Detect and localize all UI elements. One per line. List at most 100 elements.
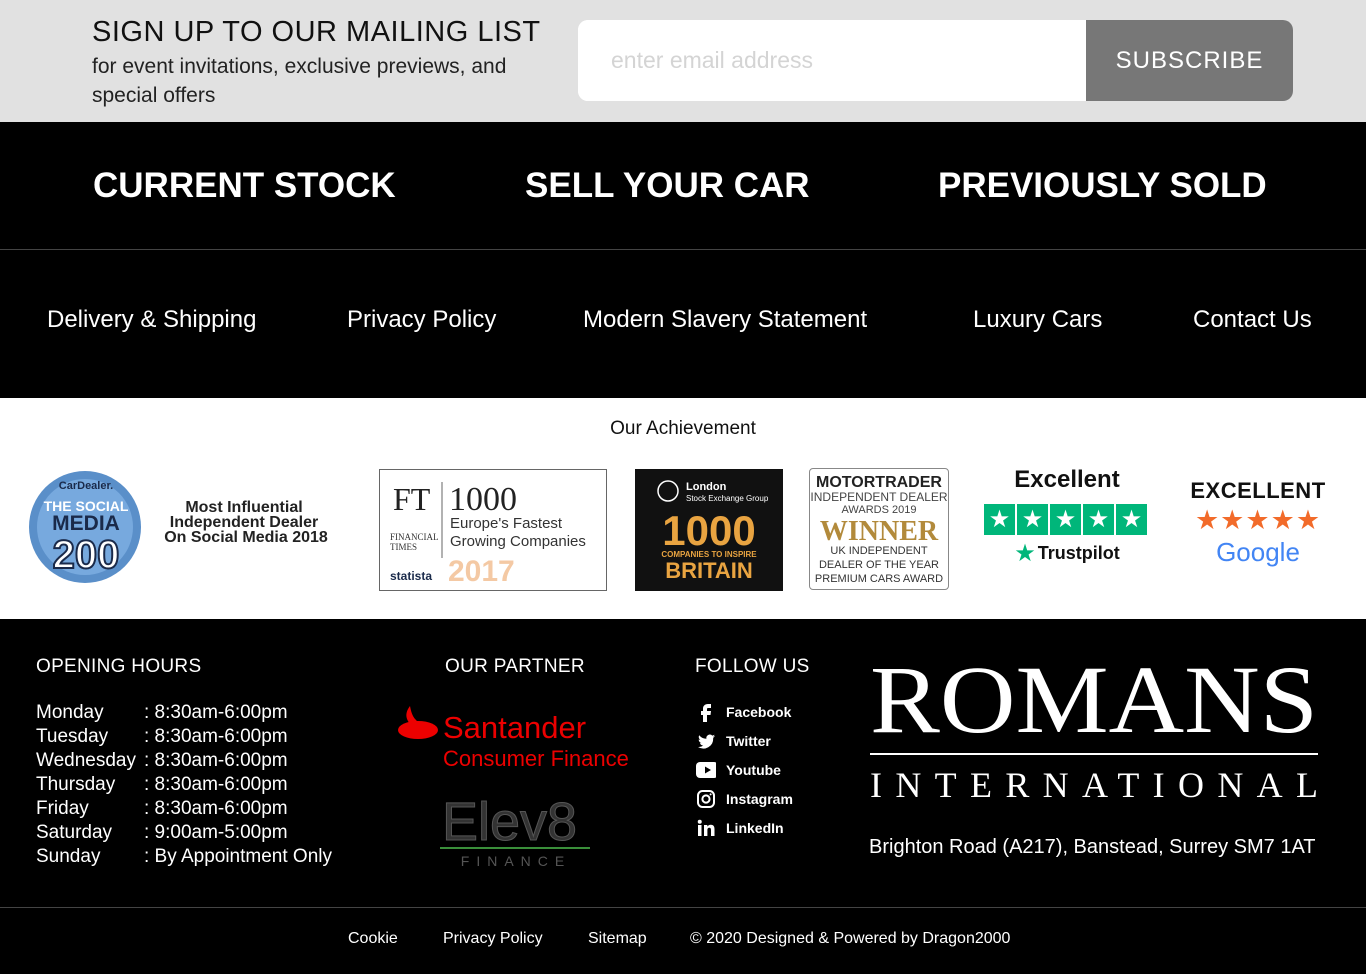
star-icon: ★ [1083, 504, 1114, 535]
google-badge: EXCELLENT ★★★★★ Google [1184, 478, 1332, 574]
bottom-link-sitemap[interactable]: Sitemap [588, 930, 647, 948]
bottom-bar: Cookie Privacy Policy Sitemap © 2020 Des… [0, 907, 1366, 974]
motortrader-logo: MOTORTRADER INDEPENDENT DEALER AWARDS 20… [810, 474, 947, 585]
google-brand: Google [1216, 537, 1300, 567]
social-label: Twitter [726, 732, 771, 749]
email-input[interactable] [578, 20, 1086, 101]
hours-row: Thursday: 8:30am-6:00pm [36, 773, 332, 797]
instagram-icon [696, 789, 716, 809]
opening-hours-list: Monday: 8:30am-6:00pm Tuesday: 8:30am-6:… [36, 701, 332, 869]
follow-us-title: FOLLOW US [695, 656, 810, 677]
link-delivery-shipping[interactable]: Delivery & Shipping [47, 306, 256, 334]
star-icon: ★ [1295, 505, 1322, 535]
social-media-200-badge: CarDealer. THE SOCIAL MEDIA 200 Most Inf… [28, 470, 348, 584]
social-label: Instagram [726, 790, 793, 807]
google-stars: ★★★★★ [1184, 505, 1332, 535]
mt-line-3: AWARDS 2019 [842, 504, 917, 516]
linkedin-icon [696, 818, 716, 838]
hours-time: : 8:30am-6:00pm [144, 798, 288, 819]
motortrader-badge: MOTORTRADER INDEPENDENT DEALER AWARDS 20… [809, 468, 949, 590]
hours-day: Wednesday [36, 750, 136, 771]
hours-day: Saturday [36, 822, 113, 843]
lse-1000-badge: London Stock Exchange Group 1000 COMPANI… [635, 469, 783, 591]
copyright-text: © 2020 Designed & Powered by Dragon2000 [690, 930, 1011, 947]
hours-time: : By Appointment Only [144, 846, 332, 867]
social-label: LinkedIn [726, 819, 784, 836]
trustpilot-brand-row: ★ Trustpilot [984, 539, 1150, 568]
hours-day: Friday [36, 798, 89, 819]
lse-london: London [686, 481, 727, 493]
santander-link[interactable]: Santander Consumer Finance [396, 700, 640, 772]
achievements-title: Our Achievement [610, 418, 756, 439]
mailing-list-subtitle: for event invitations, exclusive preview… [92, 55, 507, 107]
dealer-address: Brighton Road (A217), Banstead, Surrey S… [869, 836, 1316, 858]
hours-row: Sunday: By Appointment Only [36, 845, 332, 869]
bottom-link-cookie[interactable]: Cookie [348, 930, 398, 948]
ft-financial: FINANCIAL [390, 532, 439, 542]
ft-line-2: Growing Companies [450, 533, 586, 550]
hours-time: : 8:30am-6:00pm [144, 774, 288, 795]
hours-time: : 9:00am-5:00pm [144, 822, 288, 843]
elev8-logo: Elev8 FINANCE [440, 792, 590, 869]
lse-1000-number: 1000 [662, 507, 755, 554]
hours-row: Wednesday : 8:30am-6:00pm [36, 749, 332, 773]
social-label: Facebook [726, 703, 792, 720]
lse-1000-logo: London Stock Exchange Group 1000 COMPANI… [657, 480, 769, 583]
star-icon: ★ [1194, 505, 1221, 535]
trustpilot-stars: ★ ★ ★ ★ ★ [984, 504, 1150, 535]
statista-text: statista [390, 569, 432, 583]
nav-sell-your-car[interactable]: SELL YOUR CAR [525, 166, 810, 206]
lse-britain: BRITAIN [665, 558, 753, 583]
main-nav: CURRENT STOCK SELL YOUR CAR PREVIOUSLY S… [0, 122, 1366, 250]
santander-sub: Consumer Finance [443, 746, 629, 771]
hours-row: Tuesday: 8:30am-6:00pm [36, 725, 332, 749]
star-icon: ★ [1017, 504, 1048, 535]
opening-hours-title: OPENING HOURS [36, 656, 202, 677]
ft-year: 2017 [448, 555, 515, 588]
ft-letters: FT [393, 481, 431, 517]
link-modern-slavery[interactable]: Modern Slavery Statement [583, 306, 867, 334]
social-label: Youtube [726, 761, 781, 778]
social-twitter[interactable]: Twitter [696, 726, 793, 755]
hours-time: : 8:30am-6:00pm [144, 750, 288, 771]
google-logo: Google [1184, 537, 1332, 568]
star-icon: ★ [1220, 505, 1246, 535]
nav-current-stock[interactable]: CURRENT STOCK [93, 166, 396, 206]
twitter-icon [696, 731, 716, 751]
hours-row: Monday: 8:30am-6:00pm [36, 701, 332, 725]
mt-line-7: PREMIUM CARS AWARD [815, 573, 943, 585]
star-icon: ★ [984, 504, 1015, 535]
social-caption-3: On Social Media 2018 [164, 529, 328, 546]
link-luxury-cars[interactable]: Luxury Cars [973, 306, 1102, 334]
star-icon: ★ [1116, 504, 1147, 535]
mailing-list-title: SIGN UP TO OUR MAILING LIST [92, 16, 541, 48]
elev8-name: Elev8 [442, 792, 577, 852]
social-instagram[interactable]: Instagram [696, 784, 793, 813]
trustpilot-brand: Trustpilot [1037, 543, 1120, 563]
link-contact-us[interactable]: Contact Us [1193, 306, 1312, 334]
subscribe-button[interactable]: SUBSCRIBE [1086, 20, 1293, 101]
hours-day: Tuesday [36, 726, 109, 747]
nav-previously-sold[interactable]: PREVIOUSLY SOLD [938, 166, 1267, 206]
social-facebook[interactable]: Facebook [696, 697, 793, 726]
mt-title: MOTORTRADER [816, 474, 942, 491]
achievements-section: Our Achievement CarDealer. THE SOCIAL ME… [0, 398, 1366, 619]
ft-1000-logo: FT FINANCIAL TIMES 1000 Europe's Fastest… [390, 481, 586, 588]
social-linkedin[interactable]: LinkedIn [696, 813, 793, 842]
link-privacy-policy[interactable]: Privacy Policy [347, 306, 496, 334]
star-icon: ★ [1245, 505, 1271, 535]
ft-1000-number: 1000 [449, 481, 517, 518]
romans-international-logo[interactable]: ROMANS INTERNATIONAL [868, 646, 1320, 815]
social-links: Facebook Twitter Youtube Instagram Linke… [696, 697, 793, 842]
elev8-link[interactable]: Elev8 FINANCE [440, 788, 594, 870]
santander-name: Santander [443, 710, 586, 745]
mt-line-5: UK INDEPENDENT [830, 545, 927, 557]
bottom-link-privacy[interactable]: Privacy Policy [443, 930, 543, 948]
ft-1000-badge: FT FINANCIAL TIMES 1000 Europe's Fastest… [379, 469, 607, 591]
hours-time: : 8:30am-6:00pm [144, 702, 288, 723]
trustpilot-star-icon: ★ [1014, 540, 1036, 567]
social-youtube[interactable]: Youtube [696, 755, 793, 784]
elev8-sub: FINANCE [461, 853, 571, 869]
lse-group: Stock Exchange Group [686, 494, 769, 503]
mt-line-6: DEALER OF THE YEAR [819, 559, 939, 571]
